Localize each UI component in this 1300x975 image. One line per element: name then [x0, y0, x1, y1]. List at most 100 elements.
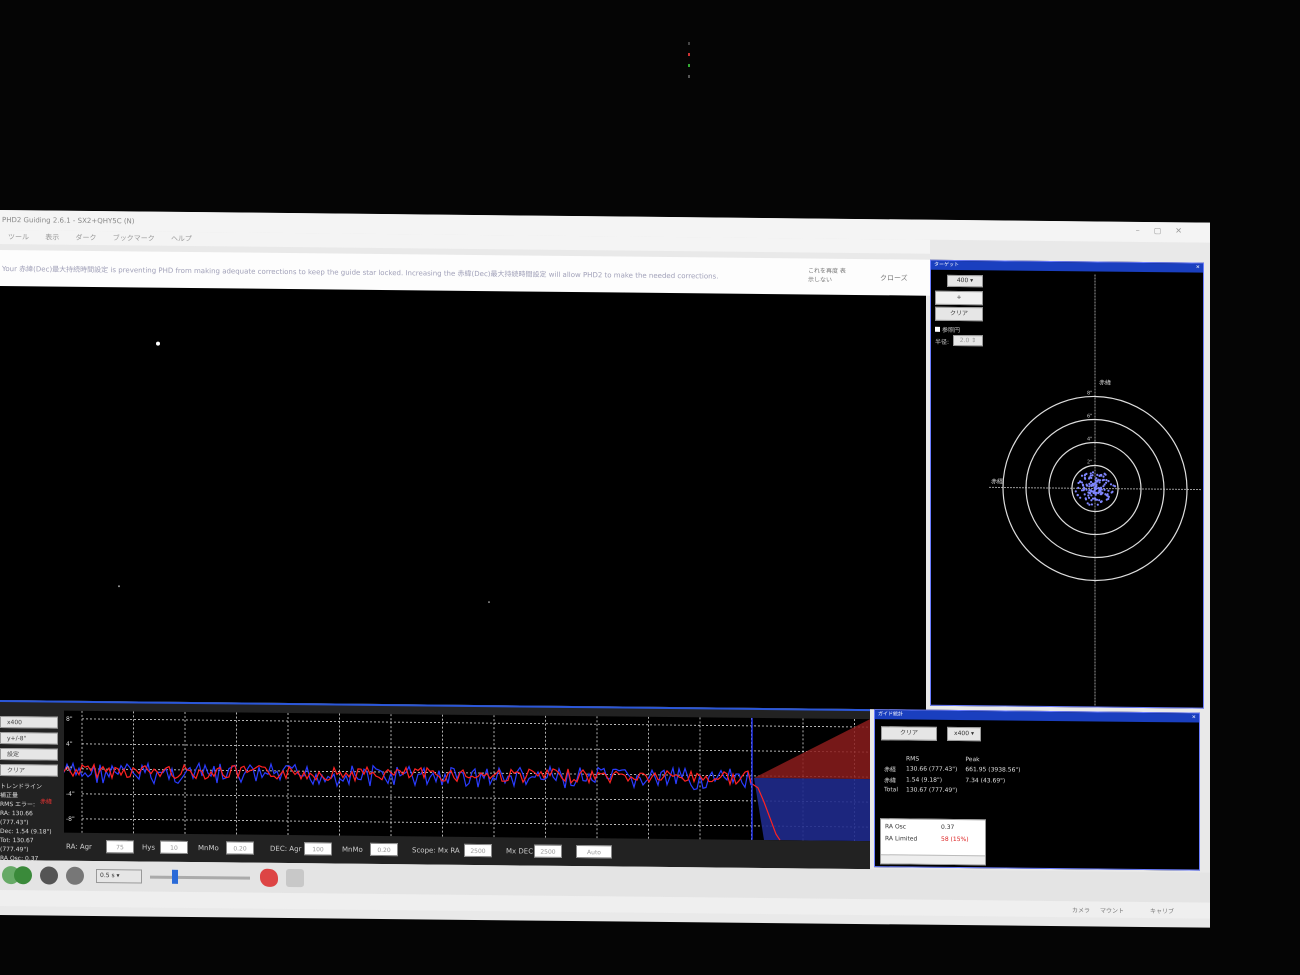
- window-title: PHD2 Guiding 2.6.1 - SX2+QHY5C (N): [2, 216, 135, 226]
- ra-correction-area: [754, 719, 870, 780]
- scatter-point: [1091, 497, 1095, 500]
- status-mount: マウント: [1100, 907, 1125, 915]
- rms-ra-value: RA: 130.66 (777.43"): [0, 810, 33, 827]
- scatter-point: [1102, 475, 1105, 478]
- ra-limited-value: 58 (15%): [941, 835, 969, 844]
- ra-agr-label: RA: Agr: [66, 842, 92, 851]
- scatter-point: [1096, 473, 1099, 476]
- scatter-point: [1074, 490, 1077, 493]
- stats-scale-select[interactable]: x400 ▾: [947, 726, 981, 742]
- y-label-4: 4": [66, 741, 73, 748]
- camera-view[interactable]: [0, 286, 926, 710]
- scatter-point: [1080, 474, 1084, 477]
- menu-darks[interactable]: ダーク: [75, 234, 96, 242]
- scatter-point: [1098, 499, 1101, 502]
- graph-yscale-select[interactable]: y+/-8": [0, 732, 58, 745]
- dec-axis-label: 赤緯: [1099, 379, 1111, 387]
- ring-label-6: 6": [1087, 413, 1092, 419]
- guide-graph-panel: x400 y+/-8" 設定 クリア トレンドライン 補正量 RMS エラー: …: [0, 700, 870, 870]
- scatter-point: [1104, 473, 1107, 476]
- scatter-point: [1087, 496, 1091, 499]
- scatter-point: [1090, 494, 1093, 497]
- scatter-point: [1090, 499, 1093, 502]
- menu-tools[interactable]: ツール: [8, 233, 29, 241]
- scatter-point: [1105, 481, 1108, 484]
- alert-close-button[interactable]: クローズ: [880, 273, 908, 283]
- minmo-ra-input[interactable]: 0.20: [226, 841, 254, 855]
- scatter-point: [1083, 493, 1086, 496]
- guide-stats-panel: ガイド統計 ✕ クリア x400 ▾ RMS Peak 赤経 130.66 (777…: [874, 709, 1200, 871]
- max-dec-input[interactable]: 2500: [534, 844, 562, 858]
- dont-show-again-button[interactable]: これを再度 表示しない: [808, 266, 850, 284]
- status-camera: カメラ: [1072, 907, 1091, 915]
- max-ra-input[interactable]: 2500: [464, 843, 492, 858]
- graph-settings-button[interactable]: 設定: [0, 748, 58, 761]
- scatter-point: [1089, 472, 1092, 475]
- scatter-point: [1088, 489, 1091, 492]
- dec-mode-select[interactable]: Auto: [576, 845, 612, 859]
- target-bullseye: 赤緯 赤経 8" 6" 4" 2": [989, 274, 1201, 707]
- gamma-slider[interactable]: [150, 869, 250, 884]
- hys-input[interactable]: 10: [160, 840, 188, 854]
- ring-label-4: 4": [1087, 436, 1092, 442]
- star: [488, 601, 490, 604]
- scatter-point: [1085, 488, 1088, 491]
- status-calibration: キャリブ: [1150, 908, 1175, 916]
- camera-snapshot-icon[interactable]: [286, 868, 304, 888]
- auto-select-star-icon[interactable]: [40, 866, 58, 885]
- max-ra-label: Scope: Mx RA: [412, 846, 460, 855]
- guide-star[interactable]: [156, 341, 160, 346]
- target-panel: ターゲット ✕ 400 ▾ + クリア 参照円 半径: 2.0 ⇕ 赤緯 赤経 8…: [930, 259, 1204, 709]
- window-controls[interactable]: –▢✕: [1136, 226, 1196, 236]
- scatter-point: [1109, 483, 1113, 486]
- menu-bookmarks[interactable]: ブックマーク: [113, 234, 155, 242]
- dec-correction-area: [754, 777, 870, 842]
- scatter-point: [1088, 485, 1091, 488]
- y-label-neg8: -8": [66, 816, 75, 823]
- loop-icon[interactable]: [14, 866, 32, 885]
- exposure-select[interactable]: 0.5 s ▾: [96, 869, 142, 884]
- oscillation-box: RA Osc 0.37 RA Limited 58 (15%): [880, 818, 986, 866]
- scatter-point: [1098, 479, 1102, 482]
- alert-message: Your 赤緯(Dec)最大持続時間設定 is preventing PHD f…: [2, 265, 719, 281]
- dec-agr-label: DEC: Agr: [270, 844, 302, 854]
- graph-clear-button[interactable]: クリア: [0, 764, 58, 777]
- menu-help[interactable]: ヘルプ: [171, 235, 192, 243]
- ra-limited-label: RA Limited: [885, 835, 918, 843]
- guide-icon[interactable]: [66, 866, 84, 885]
- scatter-point: [1096, 503, 1099, 506]
- ring-label-8: 8": [1087, 390, 1092, 396]
- stats-clear-button[interactable]: クリア: [881, 726, 937, 741]
- scatter-point: [1102, 485, 1105, 488]
- close-icon[interactable]: ✕: [1192, 713, 1196, 722]
- ra-agr-input[interactable]: 75: [106, 840, 134, 854]
- graph-rms-summary: トレンドライン 補正量 RMS エラー: RA: 130.66 (777.43"…: [0, 782, 62, 864]
- scatter-point: [1087, 494, 1090, 497]
- dec-series-line: [64, 761, 752, 791]
- max-dec-label: Mx DEC: [506, 847, 534, 856]
- scatter-point: [1086, 502, 1089, 505]
- y-label-neg4: -4": [66, 791, 75, 798]
- dec-agr-input[interactable]: 100: [304, 842, 332, 856]
- star: [118, 585, 120, 588]
- scatter-point: [1107, 495, 1110, 499]
- scatter-point: [1080, 481, 1083, 484]
- scatter-point: [1098, 481, 1101, 484]
- graph-xscale-select[interactable]: x400: [0, 716, 58, 729]
- gamma-slider-handle[interactable]: [172, 869, 178, 884]
- horizontal-scrollbar[interactable]: [881, 854, 985, 865]
- minmo-ra-label: MnMo: [198, 844, 219, 853]
- guide-plot: 8" 4" 0" -4" -8": [64, 710, 870, 842]
- ra-series-line: [64, 762, 781, 841]
- brain-icon[interactable]: [260, 868, 278, 887]
- stats-panel-title: ガイド統計 ✕: [875, 710, 1199, 723]
- rms-total-value: Tot: 130.67 (777.49"): [0, 837, 34, 854]
- minmo-dec-input[interactable]: 0.20: [370, 842, 398, 857]
- menu-view[interactable]: 表示: [45, 233, 59, 241]
- scatter-point: [1103, 488, 1106, 491]
- ra-osc-label: RA Osc: [885, 823, 907, 831]
- ra-axis-label: 赤経: [991, 477, 1003, 485]
- ring-label-2: 2": [1087, 459, 1092, 465]
- minmo-dec-label: MnMo: [342, 845, 363, 854]
- scatter-point: [1095, 477, 1098, 480]
